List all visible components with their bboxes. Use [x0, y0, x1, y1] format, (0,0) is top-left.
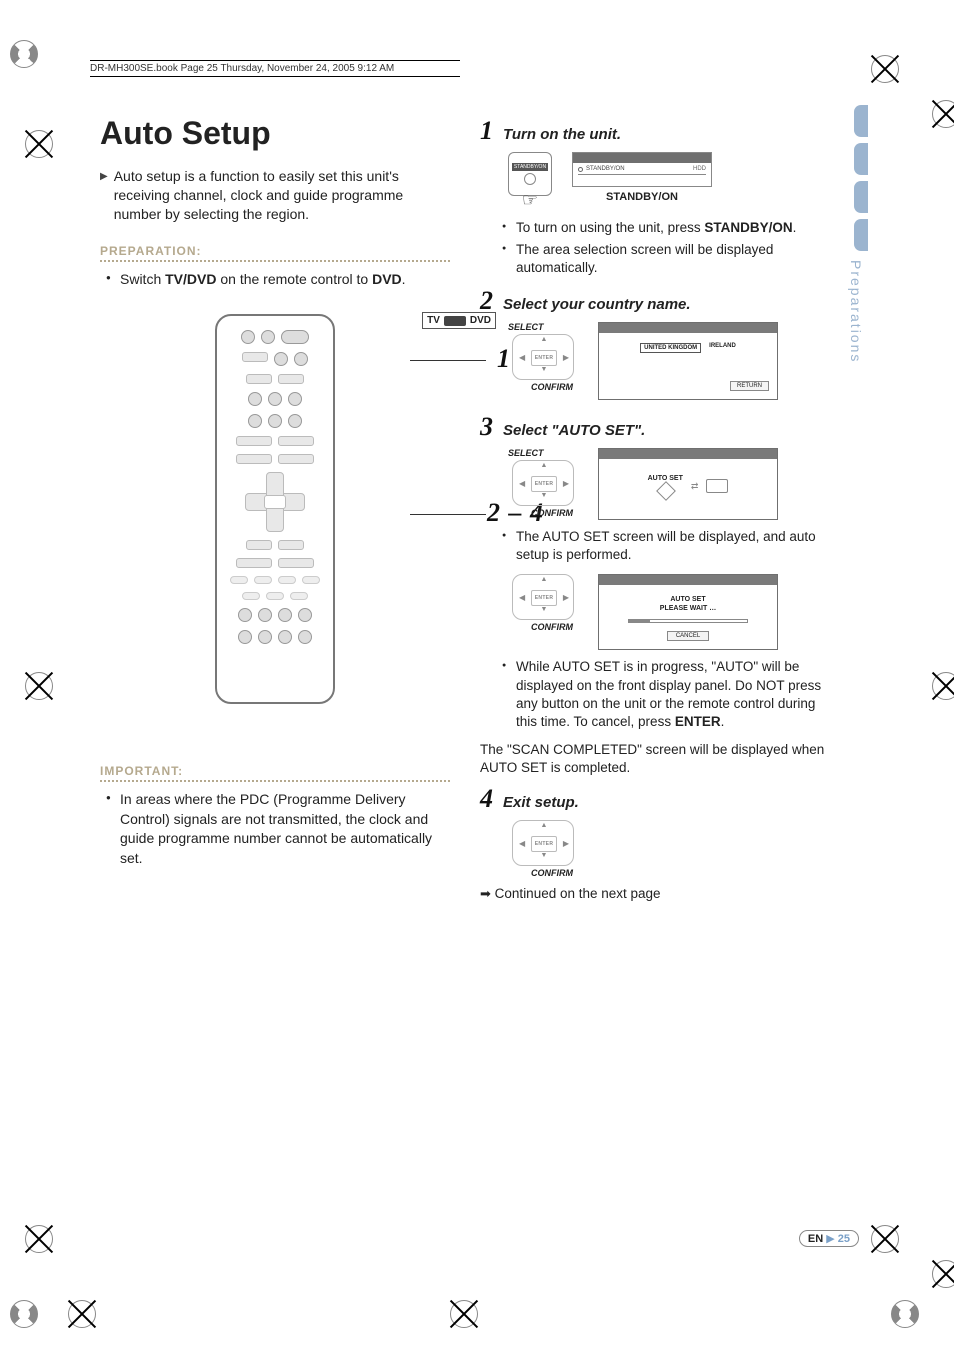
step3-bullet-2: While AUTO SET is in progress, "AUTO" wi…	[502, 658, 830, 731]
remote-illustration: TV DVD 1 2 – 4	[100, 314, 450, 704]
return-button: RETURN	[730, 381, 769, 391]
step-title: Select "AUTO SET".	[503, 422, 645, 439]
crop-mark	[62, 1294, 102, 1334]
standby-caption: STANDBY/ON	[606, 191, 678, 203]
text: .	[793, 220, 797, 235]
prep-text: on the remote control to	[216, 271, 372, 287]
preparation-heading: PREPARATION:	[100, 244, 450, 262]
crop-mark	[865, 49, 905, 89]
step-number: 4	[480, 786, 493, 812]
crop-mark	[19, 666, 59, 706]
crop-mark	[926, 1254, 954, 1294]
bold: ENTER	[675, 714, 721, 729]
dpad-illustration: ▲ ◀ENTER▶ ▼ CONFIRM	[508, 574, 578, 632]
step-number: 3	[480, 414, 493, 440]
triangle-icon: ▶	[826, 1233, 834, 1245]
crop-mark	[19, 1219, 59, 1259]
important-item: In areas where the PDC (Programme Delive…	[106, 790, 450, 868]
step-title: Turn on the unit.	[503, 126, 621, 143]
hand-icon: ☞	[522, 190, 538, 211]
enter-key: ENTER	[531, 590, 557, 606]
enter-key: ENTER	[531, 350, 557, 366]
page-no: 25	[838, 1233, 850, 1245]
crop-mark	[926, 666, 954, 706]
option-ireland: IRELAND	[709, 343, 736, 353]
bold: STANDBY/ON	[704, 220, 792, 235]
step-number: 1	[480, 118, 493, 144]
dpad-illustration: ▲ ◀ENTER▶ ▼ CONFIRM	[508, 820, 578, 878]
antenna-icon	[657, 482, 673, 498]
tv-dvd-switch-callout: TV DVD	[422, 312, 496, 329]
unit-front-panel: STANDBY/ON HDD	[572, 152, 712, 187]
switch-icon	[444, 316, 466, 326]
page-title: Auto Setup	[100, 115, 450, 152]
continued-note: ➡ Continued on the next page	[480, 886, 830, 902]
side-tabs	[854, 105, 868, 251]
crop-mark	[19, 124, 59, 164]
callout-tv: TV	[427, 315, 440, 326]
intro-text: Auto setup is a function to easily set t…	[114, 167, 450, 224]
select-label: SELECT	[508, 322, 544, 332]
scan-completed-note: The "SCAN COMPLETED" screen will be disp…	[480, 741, 830, 777]
enter-key: ENTER	[531, 836, 557, 852]
side-section-label: Preparations	[848, 260, 864, 363]
wait-line2: PLEASE WAIT …	[660, 604, 716, 613]
dpad-illustration: SELECT ▲ ◀ENTER▶ ▼ CONFIRM	[508, 322, 578, 392]
step-number: 2	[480, 288, 493, 314]
confirm-label: CONFIRM	[531, 508, 573, 518]
step1-bullet: To turn on using the unit, press STANDBY…	[502, 219, 830, 237]
panel-standby: STANDBY/ON	[586, 166, 625, 172]
step1-bullet: The area selection screen will be displa…	[502, 241, 830, 277]
text: .	[721, 714, 725, 729]
double-arrow-icon: ⇄	[691, 481, 699, 492]
crop-mark	[444, 1294, 484, 1334]
dpad-icon	[245, 472, 305, 532]
confirm-label: CONFIRM	[531, 382, 573, 392]
page-number: EN ▶ 25	[799, 1230, 859, 1247]
enter-key: ENTER	[531, 476, 557, 492]
continue-arrow-icon: ➡	[480, 886, 491, 901]
crop-mark	[926, 94, 954, 134]
panel-hdd: HDD	[693, 166, 706, 172]
progress-bar	[628, 619, 748, 623]
intro-arrow-icon: ▶	[100, 167, 108, 224]
lang-code: EN	[808, 1233, 823, 1245]
registration-mark	[4, 1294, 44, 1334]
select-label: SELECT	[508, 448, 544, 458]
wait-line1: AUTO SET	[660, 595, 716, 604]
prep-text: Switch	[120, 271, 165, 287]
prep-text: .	[402, 271, 406, 287]
continued-text: Continued on the next page	[495, 886, 661, 901]
dpad-illustration: SELECT ▲ ◀ENTER▶ ▼ CONFIRM	[508, 448, 578, 518]
step-title: Exit setup.	[503, 794, 579, 811]
text: To turn on using the unit, press	[516, 220, 704, 235]
remote-body	[215, 314, 335, 704]
prep-bold: TV/DVD	[165, 271, 216, 287]
callout-line	[410, 360, 486, 361]
auto-set-wait-screen: AUTO SET PLEASE WAIT … CANCEL	[598, 574, 778, 650]
callout-line	[410, 514, 486, 515]
tv-icon	[706, 479, 728, 493]
confirm-label: CONFIRM	[531, 868, 573, 878]
registration-mark	[885, 1294, 925, 1334]
option-uk: UNITED KINGDOM	[640, 343, 701, 353]
preparation-item: Switch TV/DVD on the remote control to D…	[106, 270, 450, 290]
callout-dvd: DVD	[470, 315, 491, 326]
running-header: DR-MH300SE.book Page 25 Thursday, Novemb…	[90, 60, 460, 77]
step3-bullet: The AUTO SET screen will be displayed, a…	[502, 528, 830, 564]
step-title: Select your country name.	[503, 296, 691, 313]
auto-set-screen: AUTO SET ⇄	[598, 448, 778, 520]
prep-bold: DVD	[372, 271, 402, 287]
standby-label: STANDBY/ON	[512, 163, 548, 171]
crop-mark	[865, 1219, 905, 1259]
cancel-button: CANCEL	[667, 631, 709, 641]
registration-mark	[4, 34, 44, 74]
text: While AUTO SET is in progress, "AUTO" wi…	[516, 659, 821, 729]
important-heading: IMPORTANT:	[100, 764, 450, 782]
confirm-label: CONFIRM	[531, 622, 573, 632]
intro-paragraph: ▶ Auto setup is a function to easily set…	[100, 167, 450, 224]
country-select-screen: UNITED KINGDOM IRELAND RETURN	[598, 322, 778, 400]
